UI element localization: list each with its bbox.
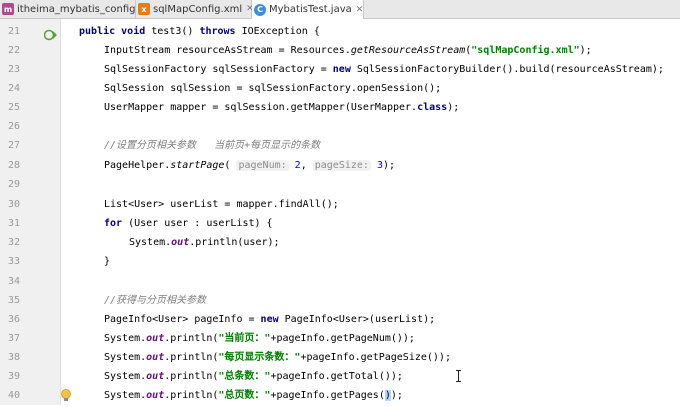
tab-label: itheima_mybatis_config [17, 3, 136, 15]
tab-sqlmapconfig-xml[interactable]: x sqlMapConfig.xml ✕ [136, 0, 254, 18]
editor-tab-bar: m itheima_mybatis_config ✕ x sqlMapConfi… [0, 0, 680, 19]
code-line[interactable]: 40 System.out.println("总页数："+pageInfo.ge… [0, 386, 680, 406]
code-line[interactable]: 30 List<User> userList = mapper.findAll(… [0, 195, 680, 215]
code-text: System.out.println("当前页："+pageInfo.getPa… [104, 333, 415, 344]
code-line[interactable]: 27 //设置分页相关参数 当前页+每页显示的条数 [0, 136, 680, 156]
line-number: 36 [7, 314, 20, 325]
code-line[interactable]: 37 System.out.println("当前页："+pageInfo.ge… [0, 329, 680, 349]
code-line[interactable]: 39 System.out.println("总条数："+pageInfo.ge… [0, 367, 680, 387]
code-line[interactable]: 25 UserMapper mapper = sqlSession.getMap… [0, 98, 680, 118]
code-line[interactable]: 32 System.out.println(user); [0, 233, 680, 253]
code-line[interactable]: 26 [0, 117, 680, 137]
line-number: 21 [7, 26, 20, 37]
code-line[interactable]: 31 for (User user : userList) { [0, 214, 680, 234]
line-number: 23 [7, 64, 20, 75]
line-number: 22 [7, 45, 20, 56]
text-cursor-icon [456, 370, 461, 382]
code-line[interactable]: 36 PageInfo<User> pageInfo = new PageInf… [0, 310, 680, 330]
code-text: UserMapper mapper = sqlSession.getMapper… [104, 102, 460, 113]
code-line[interactable]: 24 SqlSession sqlSession = sqlSessionFac… [0, 79, 680, 99]
code-text: System.out.println("总页数："+pageInfo.getPa… [104, 390, 403, 401]
line-number: 31 [7, 218, 20, 229]
line-number: 32 [7, 237, 20, 248]
code-line[interactable]: 33 } [0, 252, 680, 272]
code-text: System.out.println("每页显示条数："+pageInfo.ge… [104, 352, 451, 363]
tab-itheima-mybatis-config[interactable]: m itheima_mybatis_config ✕ [0, 0, 147, 18]
line-number: 24 [7, 83, 20, 94]
code-text: List<User> userList = mapper.findAll(); [104, 199, 339, 210]
module-icon: m [2, 3, 14, 15]
line-number: 25 [7, 102, 20, 113]
code-line[interactable]: 35 //获得与分页相关参数 [0, 291, 680, 311]
line-number: 34 [7, 276, 20, 287]
param-hint: pageNum: [236, 160, 289, 171]
code-text: PageInfo<User> pageInfo = new PageInfo<U… [104, 314, 436, 325]
tab-label: sqlMapConfig.xml [153, 3, 243, 15]
line-number: 35 [7, 295, 20, 306]
code-line[interactable]: 21 public void test3() throws IOExceptio… [0, 22, 680, 42]
line-number: 27 [7, 140, 20, 151]
tab-mybatistest-java[interactable]: C MybatisTest.java ✕ [252, 0, 364, 19]
code-text: PageHelper.startPage( pageNum: 2, pageSi… [104, 160, 396, 171]
code-comment: //获得与分页相关参数 [104, 295, 207, 306]
java-class-icon: C [254, 3, 266, 16]
line-number: 29 [7, 179, 20, 190]
line-number: 40 [7, 390, 20, 401]
code-text: for (User user : userList) { [104, 218, 273, 229]
line-number: 38 [7, 352, 20, 363]
lightbulb-icon[interactable] [60, 388, 72, 407]
tab-label: MybatisTest.java [269, 4, 352, 15]
code-text: System.out.println("总条数："+pageInfo.getTo… [104, 371, 403, 382]
code-line[interactable]: 23 SqlSessionFactory sqlSessionFactory =… [0, 60, 680, 80]
line-number: 30 [7, 199, 20, 210]
code-text: SqlSession sqlSession = sqlSessionFactor… [104, 83, 442, 94]
code-line[interactable]: 38 System.out.println("每页显示条数："+pageInfo… [0, 348, 680, 368]
line-number: 37 [7, 333, 20, 344]
line-number: 33 [7, 256, 20, 267]
line-number: 39 [7, 371, 20, 382]
close-icon[interactable]: ✕ [356, 5, 364, 15]
code-text: SqlSessionFactory sqlSessionFactory = ne… [104, 64, 664, 75]
code-line[interactable]: 29 [0, 175, 680, 195]
code-text: public void test3() throws IOException { [79, 26, 320, 37]
code-text: System.out.println(user); [129, 237, 280, 248]
code-line[interactable]: 34 [0, 272, 680, 292]
param-hint: pageSize: [312, 160, 371, 171]
xml-file-icon: x [138, 3, 150, 15]
line-number: 26 [7, 121, 20, 132]
code-text: InputStream resourceAsStream = Resources… [104, 45, 592, 56]
code-line[interactable]: 28 PageHelper.startPage( pageNum: 2, pag… [0, 156, 680, 176]
code-text: } [104, 256, 111, 267]
line-number: 28 [7, 160, 20, 171]
code-comment: //设置分页相关参数 当前页+每页显示的条数 [104, 140, 321, 151]
code-line[interactable]: 22 InputStream resourceAsStream = Resour… [0, 41, 680, 61]
